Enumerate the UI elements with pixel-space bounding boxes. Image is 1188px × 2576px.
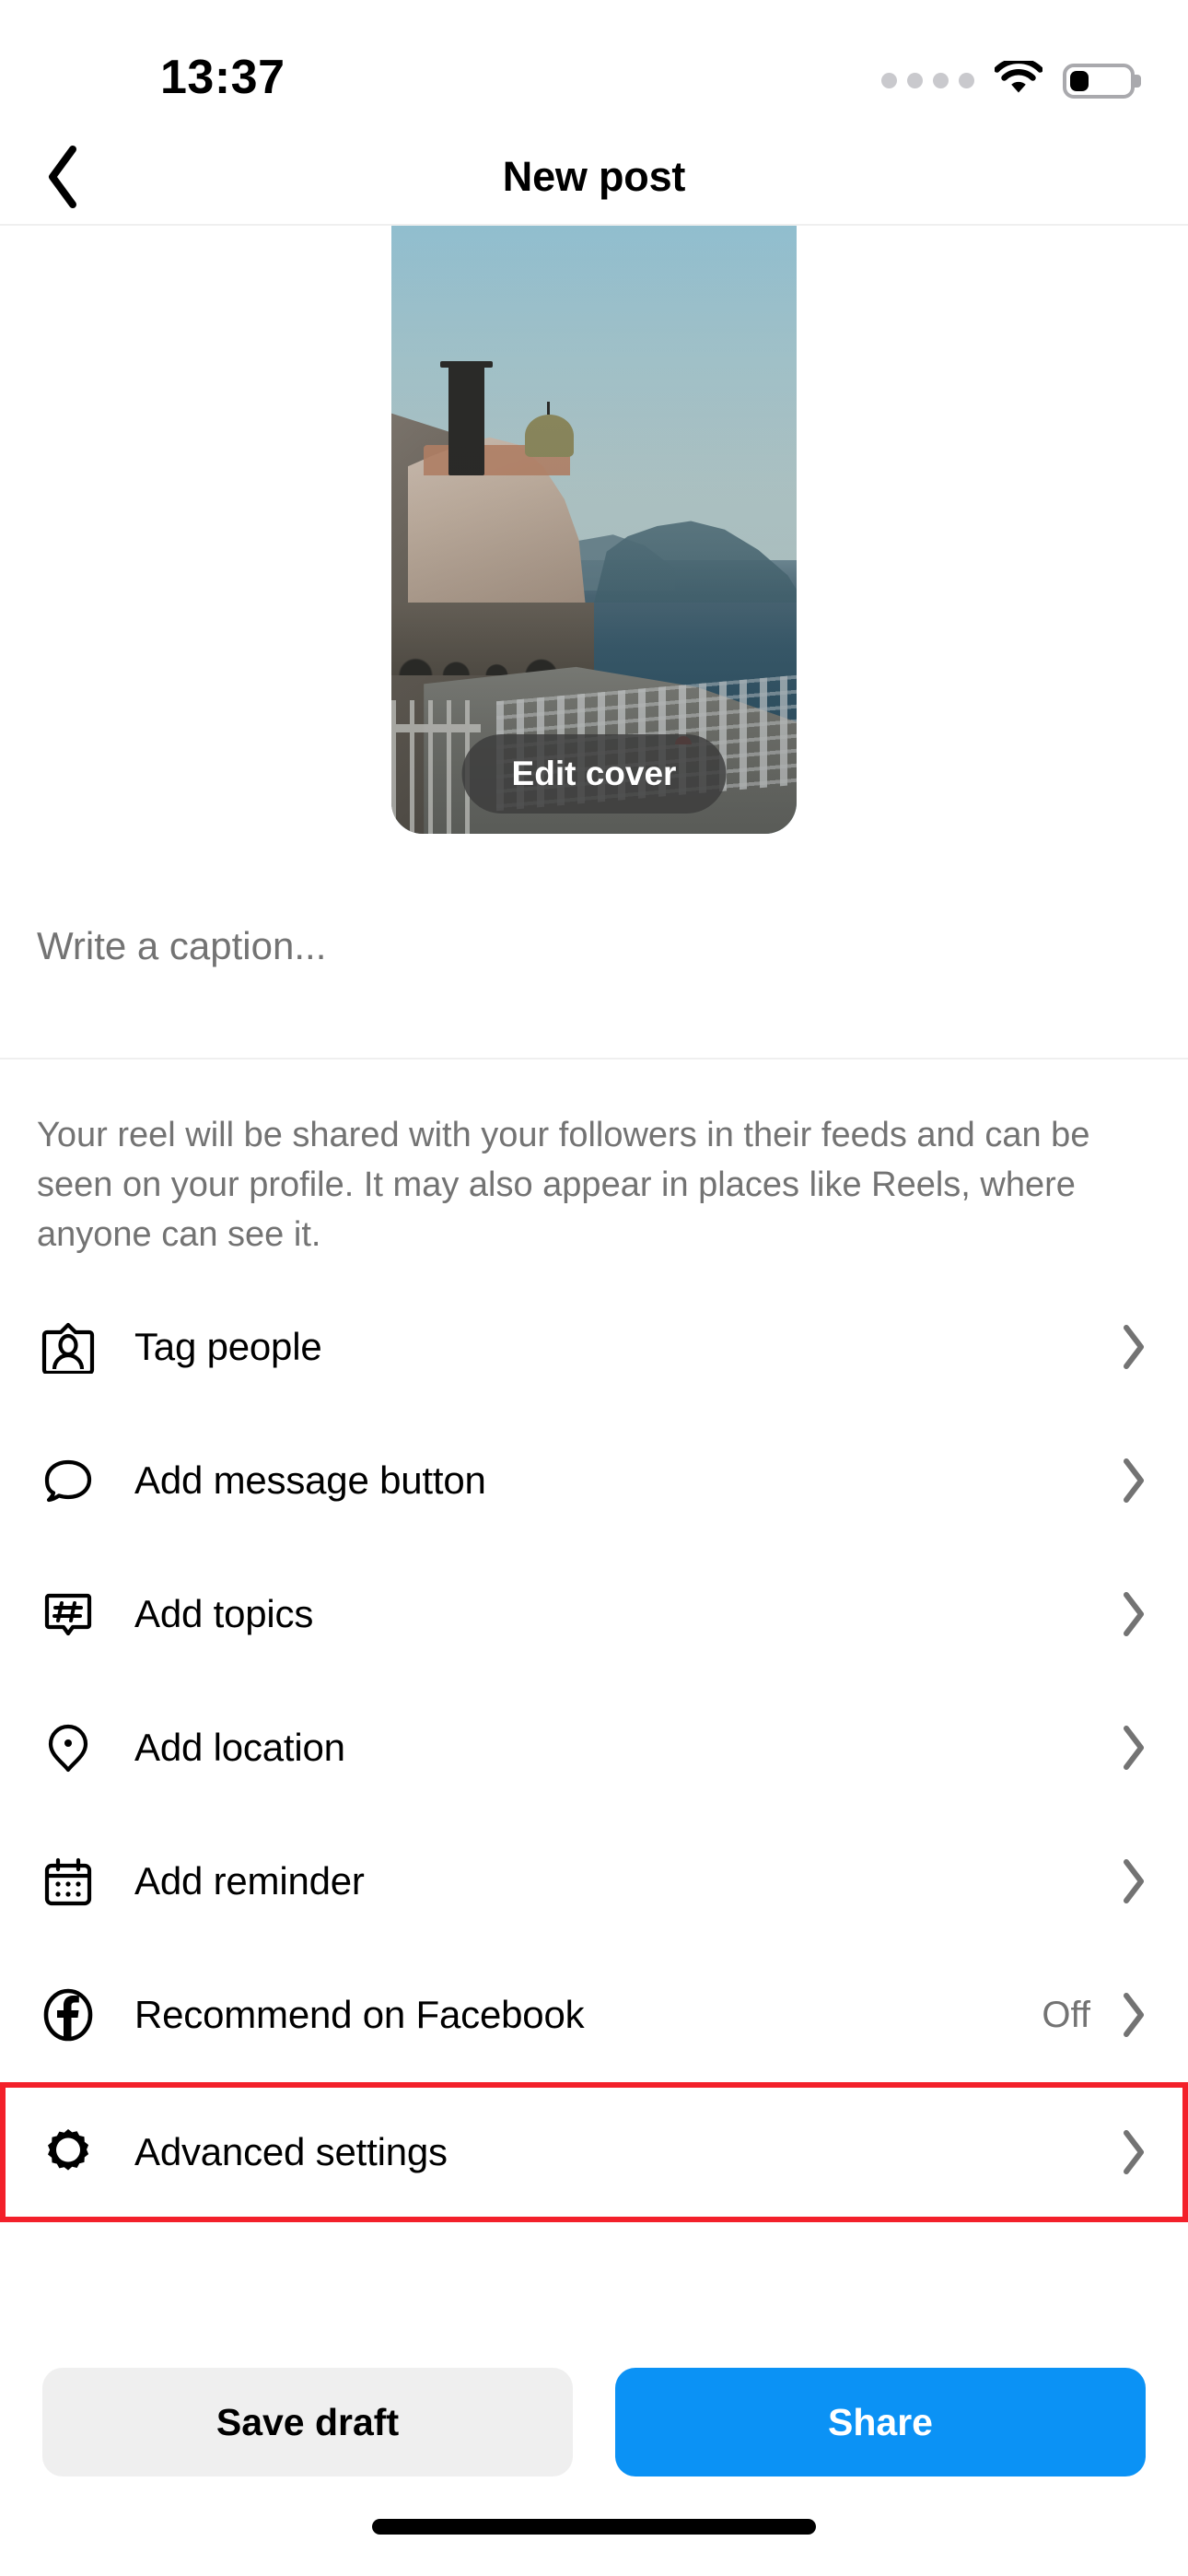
chevron-right-icon: [1114, 2128, 1155, 2176]
option-row-add-topics[interactable]: Add topics: [0, 1547, 1188, 1681]
instagram-new-post-screen: 13:37 New post Edit cover Write a captio…: [0, 0, 1188, 2576]
message-bubble-icon: [37, 1454, 99, 1507]
chevron-right-icon: [1114, 1457, 1155, 1505]
tag-people-icon: [37, 1320, 99, 1375]
signal-dots-icon: [881, 73, 974, 88]
share-description-text: Your reel will be shared with your follo…: [37, 1116, 1090, 1254]
options-list: Tag people Add message button Add topics…: [0, 1280, 1188, 2222]
share-button[interactable]: Share: [615, 2368, 1146, 2476]
status-bar-clock: 13:37: [160, 51, 285, 104]
chevron-right-icon: [1114, 1323, 1155, 1371]
calendar-icon: [37, 1855, 99, 1908]
option-row-tag-people[interactable]: Tag people: [0, 1280, 1188, 1414]
option-row-add-message-button[interactable]: Add message button: [0, 1413, 1188, 1548]
option-label: Add reminder: [134, 1859, 365, 1903]
footer-actions: Save draft Share: [0, 2338, 1188, 2476]
caption-input[interactable]: Write a caption...: [0, 880, 1188, 1060]
home-indicator: [372, 2518, 816, 2535]
edit-cover-button[interactable]: Edit cover: [461, 734, 727, 814]
option-row-recommend-on-facebook[interactable]: Recommend on Facebook Off: [0, 1948, 1188, 2082]
location-pin-icon: [37, 1721, 99, 1774]
battery-icon: [1063, 63, 1135, 99]
chevron-right-icon: [1114, 1857, 1155, 1905]
option-row-advanced-settings[interactable]: Advanced settings: [0, 2081, 1188, 2222]
facebook-icon: [37, 1988, 99, 2042]
chevron-right-icon: [1114, 1724, 1155, 1772]
status-bar-indicators: [881, 57, 1135, 100]
chevron-right-icon: [1114, 1590, 1155, 1638]
back-button[interactable]: [26, 140, 99, 214]
hashtag-icon: [37, 1587, 99, 1641]
option-label: Add message button: [134, 1458, 486, 1503]
chevron-left-icon: [49, 145, 76, 208]
option-label: Add topics: [134, 1592, 314, 1636]
status-bar: 13:37: [0, 0, 1188, 129]
page-title: New post: [502, 152, 686, 200]
option-row-add-reminder[interactable]: Add reminder: [0, 1814, 1188, 1949]
cover-section: Edit cover: [0, 226, 1188, 880]
option-label: Recommend on Facebook: [134, 1993, 585, 2037]
option-label: Advanced settings: [134, 2129, 448, 2173]
home-indicator-area: [0, 2476, 1188, 2576]
option-label: Tag people: [134, 1325, 322, 1369]
option-label: Add location: [134, 1726, 345, 1770]
option-row-add-location[interactable]: Add location: [0, 1680, 1188, 1815]
chevron-right-icon: [1114, 1991, 1155, 2039]
nav-header: New post: [0, 129, 1188, 226]
wifi-icon: [994, 57, 1043, 100]
caption-placeholder: Write a caption...: [37, 924, 327, 967]
save-draft-button[interactable]: Save draft: [42, 2368, 573, 2476]
option-value: Off: [1042, 1994, 1090, 2035]
gear-icon: [37, 2125, 99, 2179]
cover-thumbnail[interactable]: Edit cover: [391, 226, 797, 834]
